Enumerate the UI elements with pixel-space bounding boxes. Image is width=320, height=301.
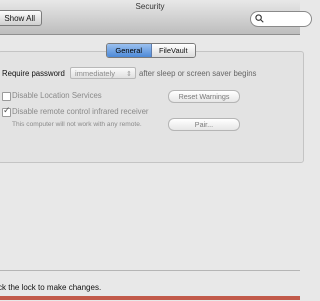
search-input[interactable] (265, 13, 309, 25)
show-all-button[interactable]: Show All (0, 10, 42, 26)
chevron-updown-icon: ⇕ (126, 71, 132, 78)
require-password-suffix: after sleep or screen saver begins (139, 69, 257, 78)
tab-general[interactable]: General (107, 44, 152, 57)
security-preferences-window: Security Show All General FileVault Requ… (0, 0, 312, 301)
checkmark-icon: ✓ (3, 105, 11, 115)
require-password-select[interactable]: immediately ⇕ (70, 67, 136, 79)
disable-location-services-label: Disable Location Services (12, 91, 102, 100)
remote-ir-note: This computer will not work with any rem… (12, 121, 142, 128)
tab-bar: General FileVault (106, 43, 196, 58)
disable-remote-ir-checkbox[interactable]: ✓ (2, 105, 11, 117)
search-field[interactable] (250, 11, 312, 27)
disable-remote-ir-label: Disable remote control infrared receiver (12, 107, 149, 116)
window-title: Security (135, 2, 165, 11)
pair-button[interactable]: Pair... (168, 118, 240, 131)
tab-filevault[interactable]: FileVault (151, 44, 195, 57)
reset-warnings-button[interactable]: Reset Warnings (168, 90, 240, 103)
title-toolbar: Security Show All (0, 0, 312, 35)
content-panel: General FileVault Require password immed… (0, 35, 304, 270)
lock-instruction-text: ck the lock to make changes. (0, 283, 102, 292)
disable-location-services-checkbox[interactable] (2, 92, 11, 101)
require-password-label: Require password (2, 69, 65, 78)
search-icon (255, 14, 264, 23)
bottom-red-strip (0, 296, 300, 300)
require-password-value: immediately (75, 69, 116, 78)
